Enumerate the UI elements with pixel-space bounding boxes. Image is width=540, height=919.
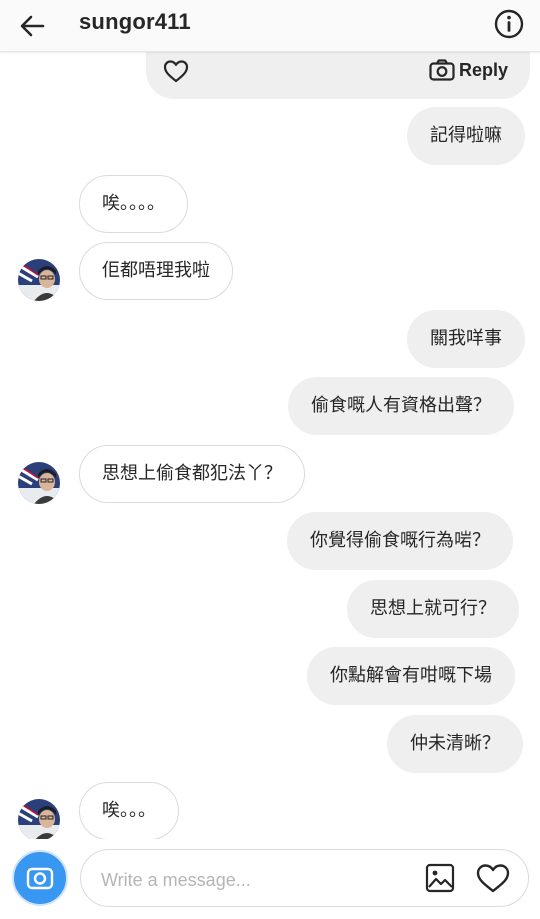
shared-photo-message[interactable]: Reply <box>146 52 530 99</box>
chat-title[interactable]: sungor411 <box>79 9 191 35</box>
avatar[interactable] <box>18 799 60 839</box>
message-input-container <box>80 849 529 907</box>
message-thread[interactable]: Reply 記得啦嘛 唉。。。。 佢都唔理我啦 關我咩事 偷食嘅人有資格出聲？ … <box>0 52 540 839</box>
message-bubble-sent[interactable]: 記得啦嘛 <box>407 107 525 165</box>
reply-button[interactable]: Reply <box>429 56 508 84</box>
message-bubble-received[interactable]: 唉。。。。 <box>79 175 188 233</box>
heart-outline-icon[interactable] <box>163 59 189 83</box>
message-input[interactable] <box>99 864 403 896</box>
avatar[interactable] <box>18 462 60 504</box>
arrow-left-icon[interactable] <box>16 10 48 42</box>
message-bubble-sent[interactable]: 你點解會有咁嘅下場 <box>307 647 515 705</box>
avatar[interactable] <box>18 259 60 301</box>
message-bubble-sent[interactable]: 仲未清晰？ <box>387 715 523 773</box>
camera-icon <box>26 867 54 890</box>
chat-header: sungor411 <box>0 0 540 52</box>
camera-button[interactable] <box>12 850 68 906</box>
camera-icon <box>429 59 455 81</box>
heart-outline-icon[interactable] <box>476 863 510 893</box>
info-icon[interactable] <box>493 8 525 40</box>
message-bubble-received[interactable]: 佢都唔理我啦 <box>79 242 233 300</box>
message-bubble-sent[interactable]: 偷食嘅人有資格出聲？ <box>288 377 514 435</box>
image-icon[interactable] <box>425 863 455 893</box>
message-bubble-received[interactable]: 唉。。。 <box>79 782 179 839</box>
message-bubble-sent[interactable]: 思想上就可行？ <box>347 580 519 638</box>
reply-label: Reply <box>458 59 508 80</box>
message-bubble-received[interactable]: 思想上偷食都犯法丫？ <box>79 445 305 503</box>
message-bubble-sent[interactable]: 你覺得偷食嘅行為啱？ <box>287 512 513 570</box>
message-bubble-sent[interactable]: 關我咩事 <box>407 310 525 368</box>
